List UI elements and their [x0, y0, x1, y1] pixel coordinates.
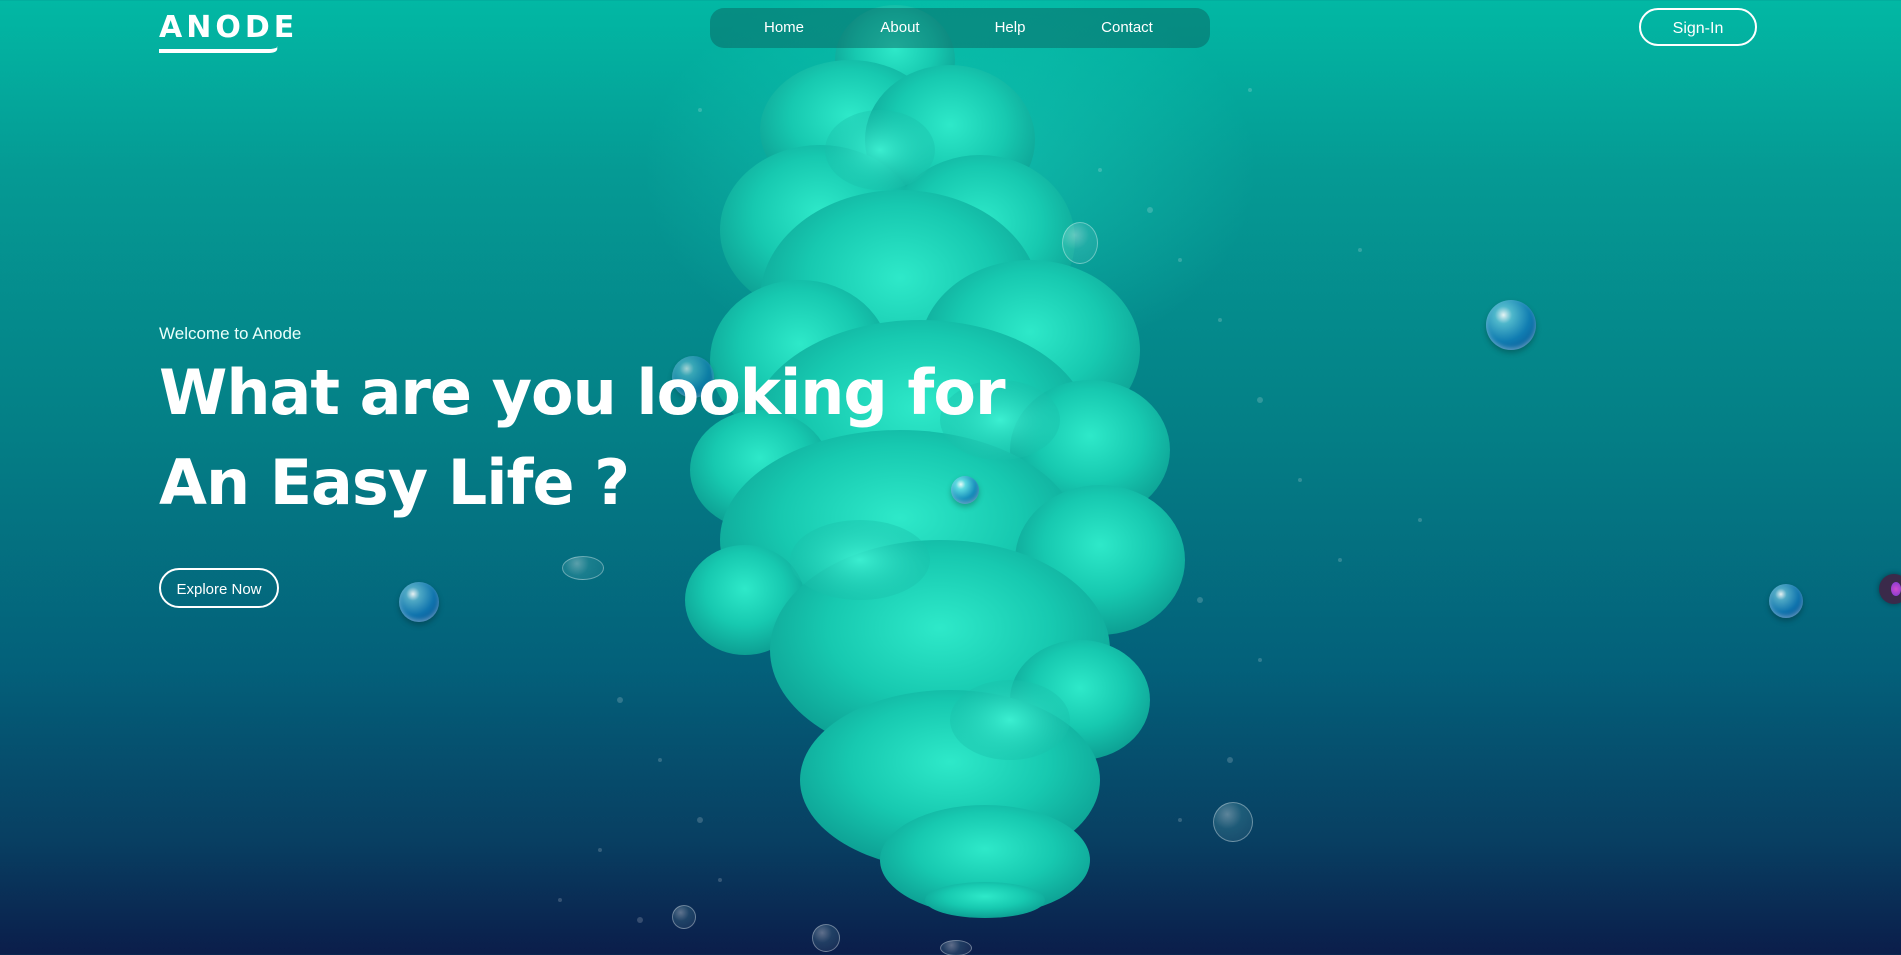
- explore-now-button[interactable]: Explore Now: [159, 568, 279, 608]
- bubble: [1486, 300, 1536, 350]
- chat-launcher-icon[interactable]: [1879, 574, 1901, 604]
- nav-item-about[interactable]: About: [880, 8, 919, 48]
- bubble: [1213, 802, 1253, 842]
- bubble: [1062, 222, 1098, 264]
- bubble: [940, 940, 972, 955]
- sign-in-button[interactable]: Sign-In: [1639, 8, 1757, 46]
- nav-item-contact[interactable]: Contact: [1101, 8, 1153, 48]
- hero-headline-line1: What are you looking for: [159, 356, 1006, 429]
- hero-headline-line2: An Easy Life ?: [159, 446, 630, 519]
- brand-logo[interactable]: ANODE: [159, 10, 298, 45]
- bubble: [951, 476, 979, 504]
- main-nav: Home About Help Contact: [710, 8, 1210, 48]
- bubble: [672, 905, 696, 929]
- nav-item-help[interactable]: Help: [995, 8, 1026, 48]
- bubble: [812, 924, 840, 952]
- logo-swoosh-icon: [159, 46, 278, 53]
- bubble: [399, 582, 439, 622]
- nav-item-home[interactable]: Home: [764, 8, 804, 48]
- bubble: [562, 556, 604, 580]
- hero-welcome-text: Welcome to Anode: [159, 324, 302, 343]
- bubble: [1769, 584, 1803, 618]
- chat-launcher-dot: [1891, 582, 1901, 596]
